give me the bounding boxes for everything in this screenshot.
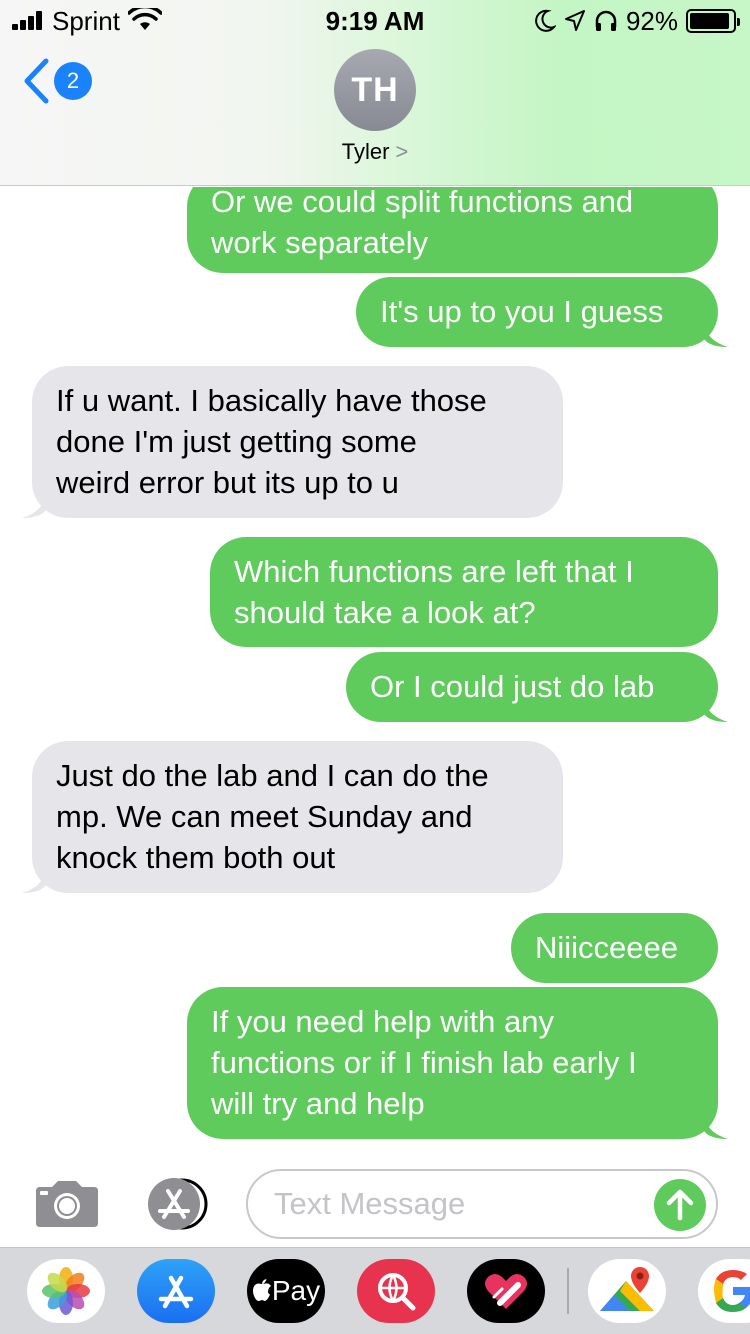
conversation-header: Sprint 9:19 AM 92% 2 TH Tyler > xyxy=(0,0,750,186)
message-line: It's up to you I guess xyxy=(380,294,664,329)
web-search-icon xyxy=(378,1273,416,1311)
svg-text:G: G xyxy=(608,1274,620,1291)
digital-touch-app-button[interactable] xyxy=(467,1259,545,1323)
message-line: Just do the lab and I can do the xyxy=(56,758,489,793)
message-bubble-sent[interactable]: Or I could just do lab xyxy=(346,652,728,722)
google-maps-icon: G xyxy=(600,1267,654,1311)
message-input[interactable]: Text Message xyxy=(246,1169,718,1239)
digital-touch-icon xyxy=(485,1274,527,1309)
bubble-tail xyxy=(22,871,46,893)
message-line: If you need help with any xyxy=(211,1004,554,1039)
message-bubble-sent[interactable]: Or we could split functions and work sep… xyxy=(187,187,718,273)
photos-icon xyxy=(42,1267,90,1315)
back-button[interactable]: 2 xyxy=(22,58,92,104)
message-bubble-sent[interactable]: If you need help with any functions or i… xyxy=(187,987,728,1139)
google-maps-app-button[interactable]: G xyxy=(588,1259,666,1323)
message-line: done I'm just getting some xyxy=(56,424,417,459)
battery-fill xyxy=(690,13,729,29)
message-bubble-received[interactable]: If u want. I basically have those done I… xyxy=(22,366,563,518)
message-bubble-sent[interactable]: Which functions are left that I should t… xyxy=(210,537,718,647)
imessage-app-drawer: Pay G xyxy=(0,1247,750,1334)
message-bubble-sent[interactable]: It's up to you I guess xyxy=(356,277,728,347)
arrow-up-icon xyxy=(666,1189,694,1221)
message-line: Or I could just do lab xyxy=(370,669,655,704)
contact-name: Tyler xyxy=(341,139,390,164)
apple-pay-app-button[interactable]: Pay xyxy=(247,1259,325,1323)
app-store-app-button[interactable] xyxy=(137,1259,215,1323)
web-search-app-button[interactable] xyxy=(357,1259,435,1323)
app-store-button-icon[interactable] xyxy=(140,1177,212,1231)
message-input-placeholder: Text Message xyxy=(274,1186,466,1221)
do-not-disturb-icon xyxy=(535,9,556,32)
status-right-group: 92% xyxy=(534,5,740,36)
compose-bar: Text Message xyxy=(0,1157,750,1247)
message-line: should take a look at? xyxy=(234,595,536,630)
messages-screen: Sprint 9:19 AM 92% 2 TH Tyler > Or we co… xyxy=(0,0,750,1334)
camera-icon[interactable] xyxy=(34,1179,100,1229)
chevron-right-icon: > xyxy=(395,139,409,164)
headphones-icon xyxy=(595,10,617,31)
message-line: knock them both out xyxy=(56,840,336,875)
photos-app-button[interactable] xyxy=(27,1259,105,1323)
battery-icon xyxy=(686,9,740,33)
message-bubble-received[interactable]: Just do the lab and I can do the mp. We … xyxy=(22,741,563,893)
bubble-tail xyxy=(704,325,728,347)
message-line: work separately xyxy=(211,225,429,260)
bubble-tail xyxy=(22,496,46,518)
contact-avatar[interactable]: TH xyxy=(334,49,416,131)
battery-percent: 92% xyxy=(625,5,678,36)
unread-badge: 2 xyxy=(54,62,92,100)
google-app-button[interactable] xyxy=(698,1259,750,1323)
message-list[interactable]: Or we could split functions and work sep… xyxy=(0,187,750,1157)
message-line: If u want. I basically have those xyxy=(56,383,487,418)
send-button[interactable] xyxy=(654,1179,706,1231)
message-line: Which functions are left that I xyxy=(234,554,634,589)
contact-name-button[interactable]: Tyler > xyxy=(0,139,750,165)
message-line: weird error but its up to u xyxy=(56,465,399,500)
message-line: mp. We can meet Sunday and xyxy=(56,799,473,834)
message-bubble-sent[interactable]: Niiicceeee xyxy=(511,913,718,983)
status-bar: Sprint 9:19 AM 92% xyxy=(0,0,750,40)
chevron-left-icon xyxy=(24,58,49,104)
bubble-tail xyxy=(704,700,728,722)
message-line: will try and help xyxy=(211,1086,425,1121)
location-arrow-icon xyxy=(564,10,585,31)
app-store-icon xyxy=(158,1275,194,1309)
bubble-tail xyxy=(704,1117,728,1139)
apple-logo-icon xyxy=(252,1279,271,1301)
google-icon xyxy=(714,1270,750,1312)
apple-pay-label: Pay xyxy=(271,1275,321,1306)
drawer-divider xyxy=(567,1268,569,1314)
message-line: Or we could split functions and xyxy=(211,187,634,219)
message-line: Niiicceeee xyxy=(535,930,679,965)
message-line: functions or if I finish lab early I xyxy=(211,1045,637,1080)
